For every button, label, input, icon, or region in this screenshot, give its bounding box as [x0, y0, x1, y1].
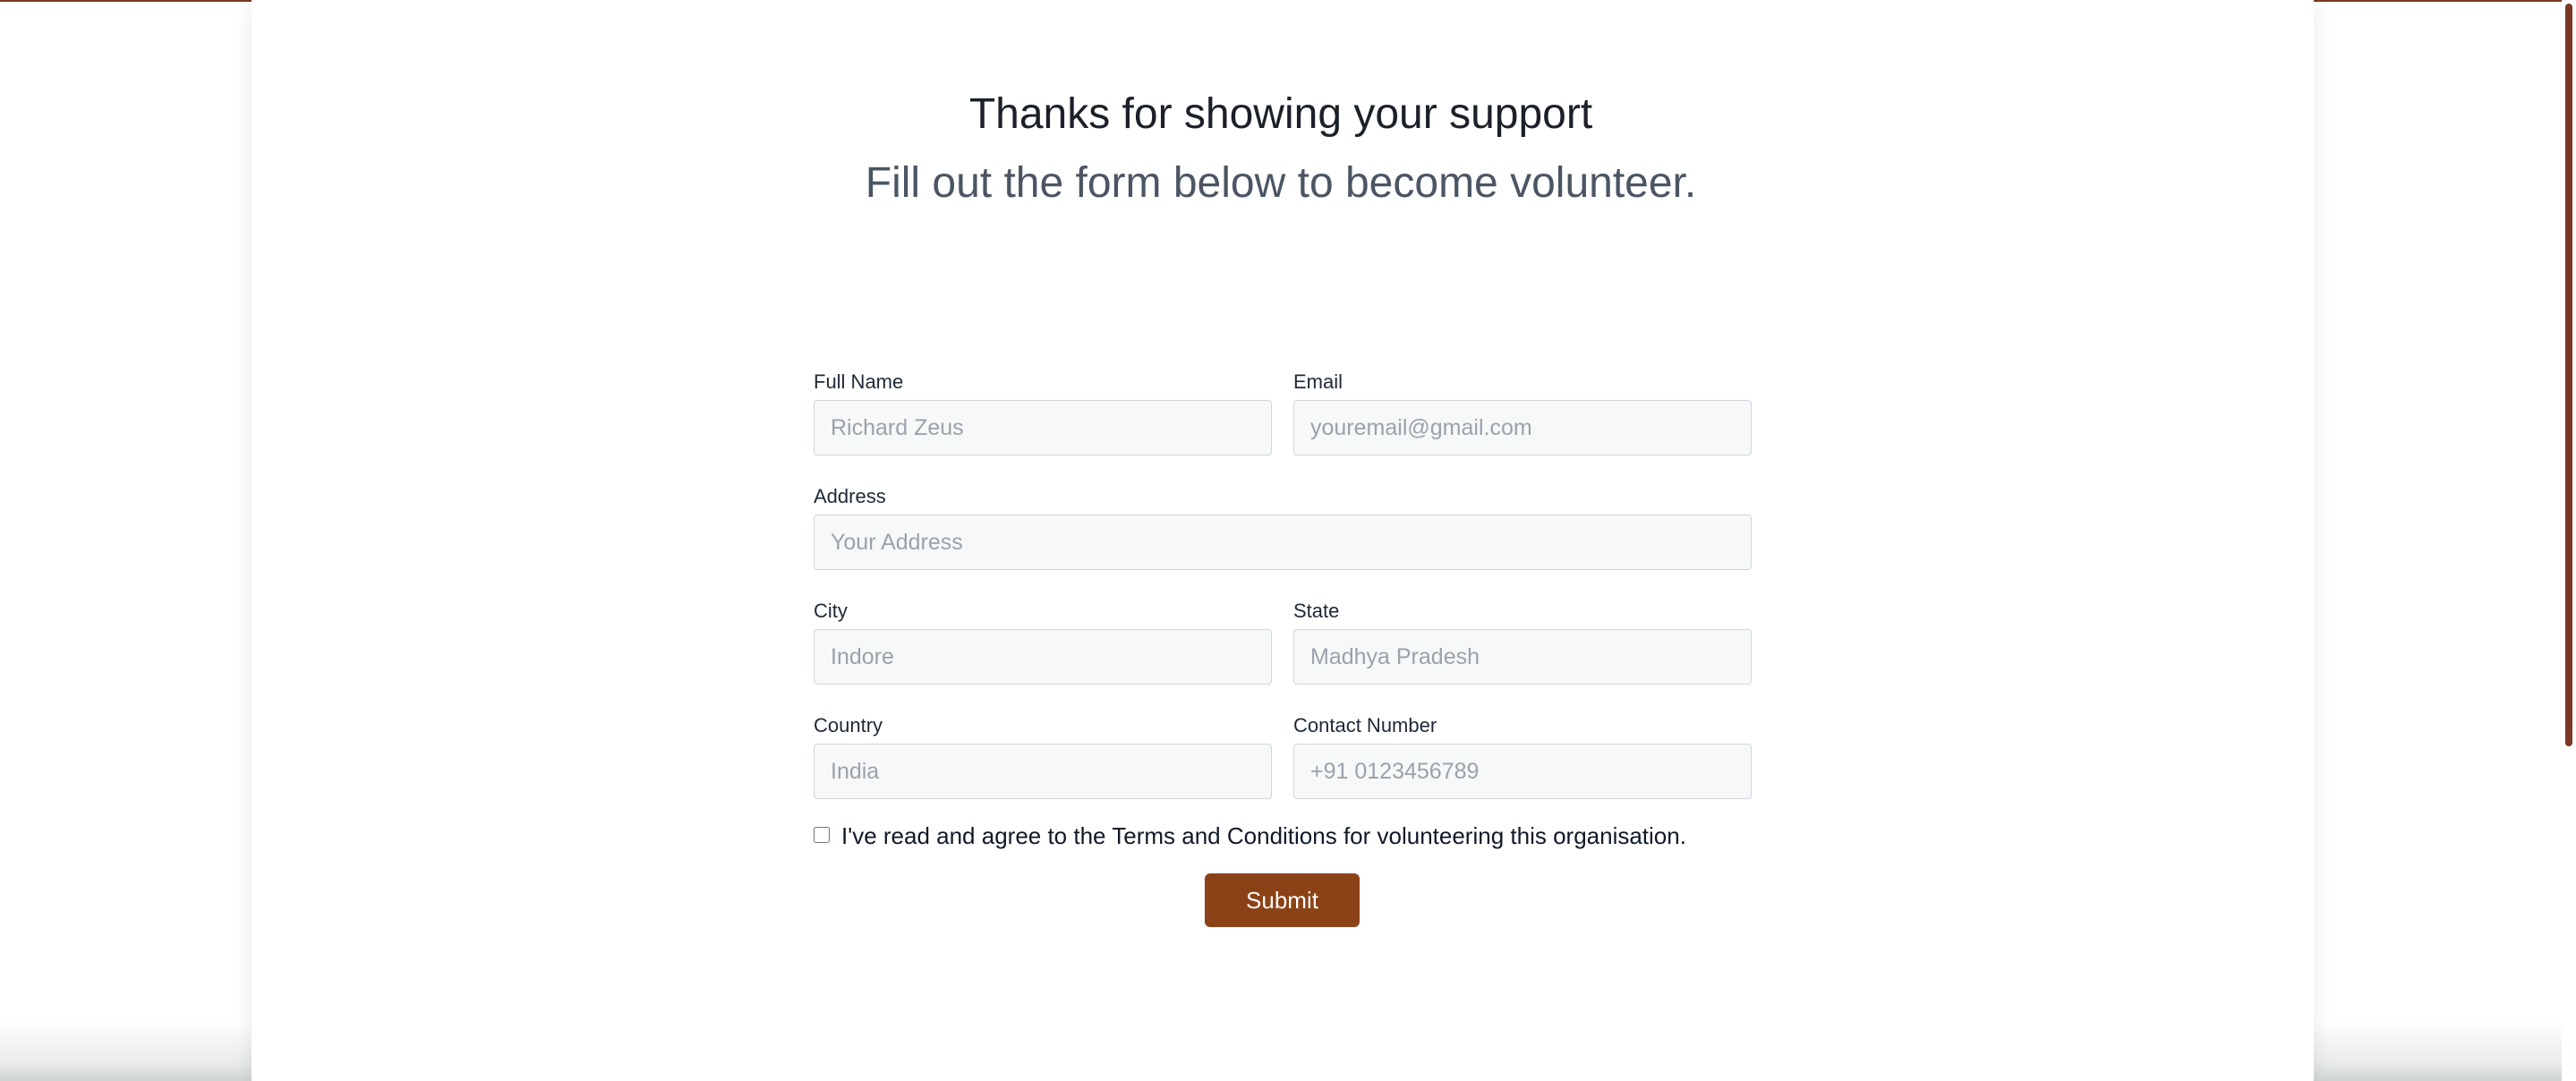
city-input[interactable] — [814, 629, 1272, 685]
state-label: State — [1293, 600, 1340, 622]
email-label: Email — [1293, 370, 1343, 393]
city-label: City — [814, 600, 848, 622]
page-title: Thanks for showing your support — [968, 90, 1593, 138]
country-label: Country — [814, 714, 883, 736]
full-name-input[interactable] — [814, 400, 1272, 455]
state-input[interactable] — [1293, 629, 1752, 685]
page-subtitle: Fill out the form below to become volunt… — [865, 159, 1697, 207]
email-input[interactable] — [1293, 400, 1752, 455]
address-label: Address — [814, 485, 886, 507]
scrollbar-thumb[interactable] — [2565, 4, 2572, 746]
country-input[interactable] — [814, 744, 1272, 799]
contact-number-input[interactable] — [1293, 744, 1752, 799]
terms-checkbox[interactable] — [814, 827, 830, 843]
contact-number-label: Contact Number — [1293, 714, 1437, 736]
submit-button[interactable]: Submit — [1205, 873, 1360, 927]
terms-label: I've read and agree to the Terms and Con… — [841, 822, 1686, 849]
full-name-label: Full Name — [814, 370, 904, 393]
address-input[interactable] — [814, 515, 1752, 570]
